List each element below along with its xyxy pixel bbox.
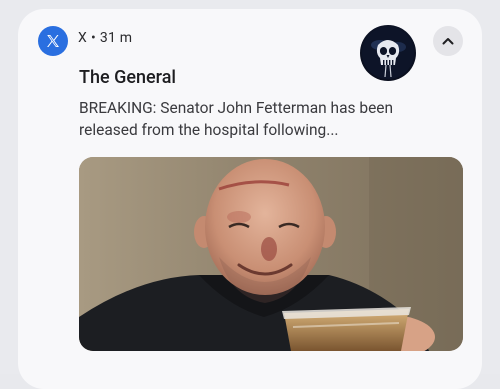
source-app-name: X: [78, 30, 87, 46]
notification-time: 31 m: [99, 30, 133, 46]
notification-title: The General: [79, 67, 176, 88]
meta-separator: •: [90, 30, 96, 46]
notification-body-line-1: BREAKING: Senator John Fetterman has bee…: [79, 99, 394, 117]
x-logo-icon: [47, 35, 59, 47]
photo-image: [79, 157, 463, 351]
notification-body-line-2: released from the hospital following...: [79, 121, 339, 139]
notification-body: BREAKING: Senator John Fetterman has bee…: [79, 97, 429, 141]
notification-card[interactable]: X • 31 m The General BREAKING: Senator Joh…: [18, 9, 482, 389]
collapse-button[interactable]: [433, 26, 463, 56]
sender-avatar: [360, 25, 416, 81]
x-app-icon: [38, 26, 68, 56]
notification-image[interactable]: [79, 157, 463, 351]
notification-meta: X • 31 m: [78, 30, 132, 46]
skull-avatar-icon: [362, 27, 414, 79]
chevron-up-icon: [442, 38, 454, 45]
